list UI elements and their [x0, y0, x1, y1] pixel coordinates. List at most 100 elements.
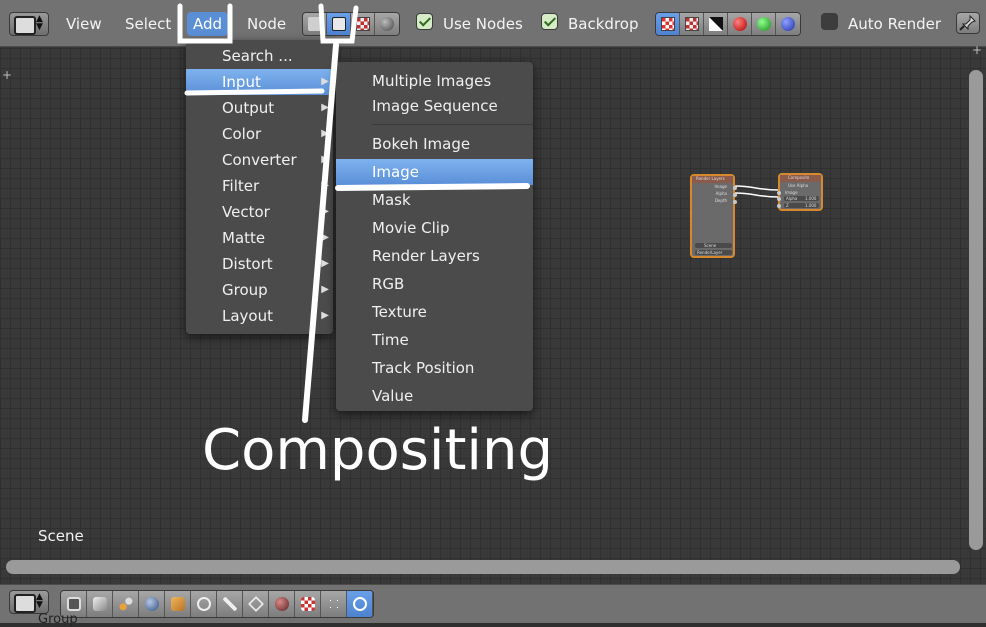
world-icon: [145, 597, 159, 611]
menu-item-label: Mask: [372, 191, 411, 209]
submenu-arrow-icon: ▶: [321, 258, 329, 269]
input-item-render-layers[interactable]: Render Layers: [336, 243, 533, 269]
menu-item-label: Distort: [222, 255, 273, 273]
menu-item-label: Image: [372, 163, 419, 181]
horizontal-scrollbar[interactable]: [6, 560, 960, 574]
output-image-socket[interactable]: [733, 186, 737, 190]
input-item-value[interactable]: Value: [336, 383, 533, 409]
submenu-arrow-icon: ▶: [321, 206, 329, 217]
modifier-icon: [223, 597, 237, 611]
node-editor-icon: [353, 597, 367, 611]
menu-item-label: Matte: [222, 229, 266, 247]
use-alpha-label[interactable]: Use Alpha: [788, 183, 808, 188]
properties-icon: [14, 594, 36, 613]
output-depth-socket[interactable]: [733, 200, 737, 204]
input-z-socket[interactable]: [777, 204, 781, 208]
input-alpha-socket[interactable]: [777, 197, 781, 201]
z-field-value: 1.000: [805, 203, 817, 208]
vertical-scrollbar[interactable]: [969, 70, 983, 550]
submenu-arrow-icon: ▶: [321, 102, 329, 113]
constraint-icon: [197, 597, 211, 611]
input-item-mask[interactable]: Mask: [336, 187, 533, 213]
material-icon: [275, 597, 289, 611]
scene-label: Scene: [38, 527, 84, 545]
tab-world[interactable]: [139, 591, 165, 617]
input-item-bokeh-image[interactable]: Bokeh Image: [336, 131, 533, 157]
input-item-rgb[interactable]: RGB: [336, 271, 533, 297]
tab-scene[interactable]: [113, 591, 139, 617]
add-menu-item-filter[interactable]: Filter ▶: [186, 173, 333, 199]
tab-node-editor[interactable]: [347, 591, 373, 617]
z-field-label: Z: [786, 203, 789, 208]
composite-node[interactable]: Composite Use Alpha Image Alpha 1.000 Z …: [777, 173, 823, 211]
menu-item-label: Search ...: [222, 47, 293, 65]
add-menu-item-group[interactable]: Group ▶: [186, 277, 333, 303]
object-icon: [171, 597, 185, 611]
menu-item-label: Multiple Images: [372, 72, 492, 90]
input-item-time[interactable]: Time: [336, 327, 533, 353]
tab-object[interactable]: [165, 591, 191, 617]
node-editor: ▲ ▼ View Select Add Node Use Nodes Backdr…: [0, 0, 986, 627]
submenu-arrow-icon: ▶: [321, 180, 329, 191]
menu-item-label: Converter: [222, 151, 297, 169]
menu-item-label: Layout: [222, 307, 273, 325]
menu-item-label: Input: [222, 73, 261, 91]
tab-modifiers[interactable]: [217, 591, 243, 617]
submenu-arrow-icon: ▶: [321, 76, 329, 87]
tab-constraints[interactable]: [191, 591, 217, 617]
input-item-image-sequence[interactable]: Image Sequence: [336, 93, 533, 119]
add-menu: Search ... Input ▶ Output ▶ Color ▶ Convert…: [186, 40, 333, 334]
mesh-icon: [248, 596, 264, 612]
output-depth-label: Depth: [714, 198, 727, 203]
submenu-arrow-icon: ▶: [321, 310, 329, 321]
tab-render-layers[interactable]: [87, 591, 113, 617]
input-item-multiple-images[interactable]: Multiple Images: [336, 68, 533, 94]
tab-data[interactable]: [243, 591, 269, 617]
menu-item-label: Vector: [222, 203, 270, 221]
tab-texture[interactable]: [295, 591, 321, 617]
updown-arrows-icon: ▲ ▼: [36, 592, 43, 610]
tab-material[interactable]: [269, 591, 295, 617]
render-layers-node[interactable]: Render Layers Image Alpha Depth Scene Re…: [690, 174, 737, 258]
add-menu-item-search[interactable]: Search ...: [186, 43, 333, 69]
render-icon: [93, 597, 107, 611]
submenu-arrow-icon: ▶: [321, 232, 329, 243]
alpha-field-value: 1.000: [805, 196, 817, 201]
input-image-socket[interactable]: [777, 191, 781, 195]
camera-icon: [67, 597, 81, 611]
menu-item-label: Render Layers: [372, 247, 480, 265]
add-menu-item-distort[interactable]: Distort ▶: [186, 251, 333, 277]
submenu-arrow-icon: ▶: [321, 284, 329, 295]
link-image: [733, 185, 780, 191]
link-alpha: [733, 192, 780, 198]
submenu-arrow-icon: ▶: [321, 128, 329, 139]
add-menu-item-layout[interactable]: Layout ▶: [186, 303, 333, 329]
tab-particles[interactable]: [321, 591, 347, 617]
add-menu-item-output[interactable]: Output ▶: [186, 95, 333, 121]
editor-type-selector-bottom[interactable]: ▲ ▼: [9, 590, 49, 614]
particles-icon: [327, 597, 341, 611]
add-menu-item-vector[interactable]: Vector ▶: [186, 199, 333, 225]
menu-item-label: Texture: [372, 303, 427, 321]
scene-field-value: Scene: [704, 243, 717, 248]
add-menu-item-input[interactable]: Input ▶: [186, 69, 333, 95]
input-item-image[interactable]: Image: [336, 159, 533, 185]
output-alpha-socket[interactable]: [733, 193, 737, 197]
menu-item-label: Time: [372, 331, 409, 349]
properties-header: ▲ ▼: [0, 584, 986, 623]
menu-item-label: Group: [222, 281, 268, 299]
add-menu-item-matte[interactable]: Matte ▶: [186, 225, 333, 251]
input-item-track-position[interactable]: Track Position: [336, 355, 533, 381]
menu-item-label: Movie Clip: [372, 219, 450, 237]
menu-item-label: Value: [372, 387, 414, 405]
node-title: Composite: [788, 175, 810, 180]
alpha-field-label: Alpha: [786, 196, 798, 201]
add-menu-item-color[interactable]: Color ▶: [186, 121, 333, 147]
group-label: Group: [38, 612, 78, 627]
add-menu-item-converter[interactable]: Converter ▶: [186, 147, 333, 173]
input-item-movie-clip[interactable]: Movie Clip: [336, 215, 533, 241]
menu-item-label: Output: [222, 99, 275, 117]
menu-item-label: Track Position: [372, 359, 475, 377]
node-title: Render Layers: [696, 176, 725, 181]
input-item-texture[interactable]: Texture: [336, 299, 533, 325]
